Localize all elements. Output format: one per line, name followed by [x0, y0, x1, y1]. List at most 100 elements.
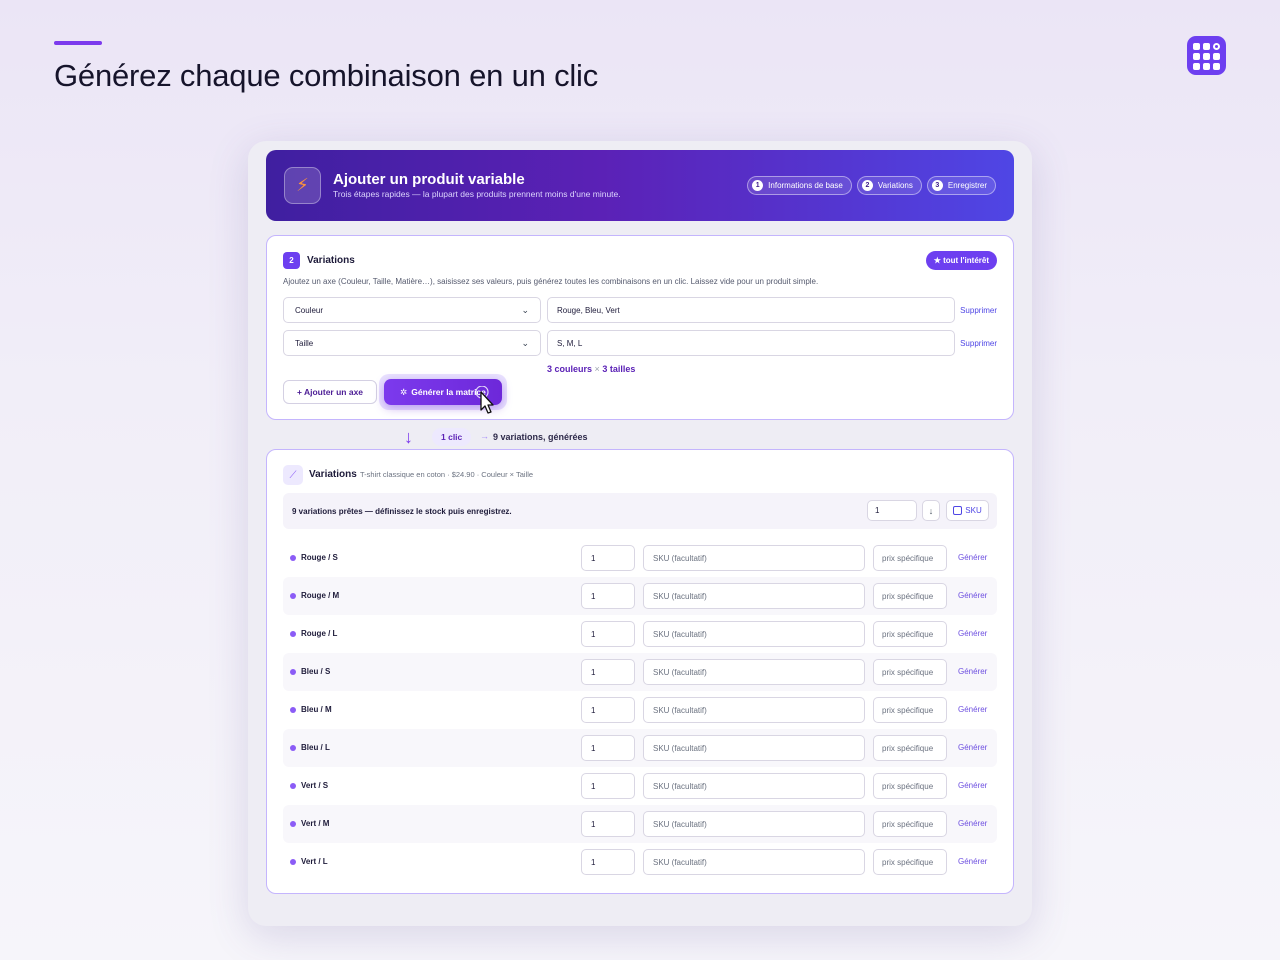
mouse-pointer-icon — [475, 386, 494, 414]
multiply-sign: × — [594, 364, 600, 374]
variation-name: Bleu / M — [301, 705, 332, 714]
generate-sku-link[interactable]: Générer — [958, 629, 987, 638]
remove-axis-link[interactable]: Supprimer — [960, 306, 997, 315]
step-save[interactable]: 3 Enregistrer — [926, 176, 996, 195]
status-dot — [290, 707, 296, 713]
sku-input[interactable]: SKU (facultatif) — [643, 583, 865, 609]
sku-input[interactable]: SKU (facultatif) — [643, 773, 865, 799]
axis-type-select[interactable]: Taille ⌄ — [283, 330, 541, 356]
stock-input[interactable]: 1 — [581, 735, 635, 761]
stock-input[interactable]: 1 — [581, 697, 635, 723]
variation-row: Vert / S 1 SKU (facultatif) prix spécifi… — [283, 767, 997, 805]
click-indicator: ↓ 1 clic → 9 variations, générées — [404, 424, 704, 450]
status-dot — [290, 783, 296, 789]
generate-sku-link[interactable]: Générer — [958, 781, 987, 790]
remove-axis-link[interactable]: Supprimer — [960, 339, 997, 348]
axis-type-value: Taille — [295, 338, 314, 348]
color-count: 3 couleurs — [547, 364, 593, 374]
price-input[interactable]: prix spécifique — [873, 545, 947, 571]
interest-button[interactable]: ★ tout l'intérêt — [925, 251, 997, 270]
variations-setup-card: 2 Variations ★ tout l'intérêt Ajoutez un… — [266, 235, 1014, 420]
chevron-down-icon: ⌄ — [521, 304, 529, 315]
link-icon: ⟋ — [283, 465, 303, 485]
variation-row: Bleu / S 1 SKU (facultatif) prix spécifi… — [283, 653, 997, 691]
variation-name: Bleu / L — [301, 743, 330, 752]
variation-row: Bleu / M 1 SKU (facultatif) prix spécifi… — [283, 691, 997, 729]
price-input[interactable]: prix spécifique — [873, 773, 947, 799]
variation-name: Rouge / M — [301, 591, 340, 600]
bulk-actions-bar: 9 variations prêtes — définissez le stoc… — [283, 493, 997, 529]
price-input[interactable]: prix spécifique — [873, 735, 947, 761]
generate-sku-link[interactable]: Générer — [958, 553, 987, 562]
table-icon — [953, 506, 963, 515]
chevron-down-icon: ⌄ — [521, 337, 529, 348]
sku-input[interactable]: SKU (facultatif) — [643, 545, 865, 571]
generate-sku-label: SKU — [965, 506, 982, 515]
sparkle-icon: ✲ — [400, 386, 408, 397]
variation-name: Vert / L — [301, 857, 328, 866]
stock-input[interactable]: 1 — [581, 811, 635, 837]
variations-list-card: ⟋ Variations T-shirt classique en coton … — [266, 449, 1014, 894]
variation-row: Rouge / M 1 SKU (facultatif) prix spécif… — [283, 577, 997, 615]
axis-row-size: Taille ⌄ S, M, L Supprimer — [283, 330, 997, 356]
one-click-pill: 1 clic — [432, 428, 472, 446]
step-basic-info[interactable]: 1 Informations de base — [747, 176, 852, 195]
variation-name: Vert / S — [301, 781, 329, 790]
variation-name: Rouge / L — [301, 629, 338, 638]
stock-input[interactable]: 1 — [581, 773, 635, 799]
sku-input[interactable]: SKU (facultatif) — [643, 811, 865, 837]
stock-input[interactable]: 1 — [581, 621, 635, 647]
axis-values-input[interactable]: S, M, L — [547, 330, 955, 356]
hero-title: Ajouter un produit variable — [333, 171, 525, 188]
stock-input[interactable]: 1 — [581, 545, 635, 571]
price-input[interactable]: prix spécifique — [873, 621, 947, 647]
generate-sku-link[interactable]: Générer — [958, 667, 987, 676]
grid-app-icon[interactable] — [1187, 36, 1226, 75]
section-number-badge: 2 — [283, 252, 300, 269]
axis-row-color: Couleur ⌄ Rouge, Bleu, Vert Supprimer — [283, 297, 997, 323]
price-input[interactable]: prix spécifique — [873, 811, 947, 837]
axis-type-value: Couleur — [295, 305, 324, 315]
variation-name: Bleu / S — [301, 667, 331, 676]
generated-result-text: 9 variations, générées — [493, 432, 588, 442]
axis-values-input[interactable]: Rouge, Bleu, Vert — [547, 297, 955, 323]
stock-input[interactable]: 1 — [581, 583, 635, 609]
add-axis-button[interactable]: + Ajouter un axe — [283, 380, 377, 404]
sku-input[interactable]: SKU (facultatif) — [643, 621, 865, 647]
sku-input[interactable]: SKU (facultatif) — [643, 659, 865, 685]
status-dot — [290, 669, 296, 675]
stock-input[interactable]: 1 — [581, 659, 635, 685]
price-input[interactable]: prix spécifique — [873, 697, 947, 723]
stock-input[interactable]: 1 — [581, 849, 635, 875]
generate-sku-link[interactable]: Générer — [958, 743, 987, 752]
variation-row: Vert / M 1 SKU (facultatif) prix spécifi… — [283, 805, 997, 843]
lightning-icon: ⚡ — [284, 167, 321, 204]
price-input[interactable]: prix spécifique — [873, 849, 947, 875]
price-input[interactable]: prix spécifique — [873, 659, 947, 685]
generate-sku-link[interactable]: Générer — [958, 705, 987, 714]
product-meta: T-shirt classique en coton · $24.90 · Co… — [360, 470, 534, 479]
variations-title: Variations — [309, 469, 357, 480]
hero-subtitle: Trois étapes rapides — la plupart des pr… — [333, 189, 621, 199]
size-count: 3 tailles — [602, 364, 636, 374]
page-headline: Générez chaque combinaison en un clic — [54, 58, 599, 93]
step-number: 3 — [931, 180, 943, 191]
sku-input[interactable]: SKU (facultatif) — [643, 735, 865, 761]
sku-input[interactable]: SKU (facultatif) — [643, 697, 865, 723]
apply-stock-button[interactable]: ↓ — [922, 500, 940, 521]
status-dot — [290, 593, 296, 599]
variation-row: Vert / L 1 SKU (facultatif) prix spécifi… — [283, 843, 997, 881]
generate-sku-button[interactable]: SKU — [946, 500, 989, 521]
hero-banner: ⚡ Ajouter un produit variable Trois étap… — [266, 150, 1014, 221]
status-dot — [290, 555, 296, 561]
generate-sku-link[interactable]: Générer — [958, 819, 987, 828]
step-variations[interactable]: 2 Variations — [856, 176, 922, 195]
generate-sku-link[interactable]: Générer — [958, 591, 987, 600]
price-input[interactable]: prix spécifique — [873, 583, 947, 609]
generate-sku-link[interactable]: Générer — [958, 857, 987, 866]
status-dot — [290, 745, 296, 751]
status-dot — [290, 821, 296, 827]
sku-input[interactable]: SKU (facultatif) — [643, 849, 865, 875]
axis-type-select[interactable]: Couleur ⌄ — [283, 297, 541, 323]
bulk-stock-input[interactable]: 1 — [867, 500, 917, 521]
